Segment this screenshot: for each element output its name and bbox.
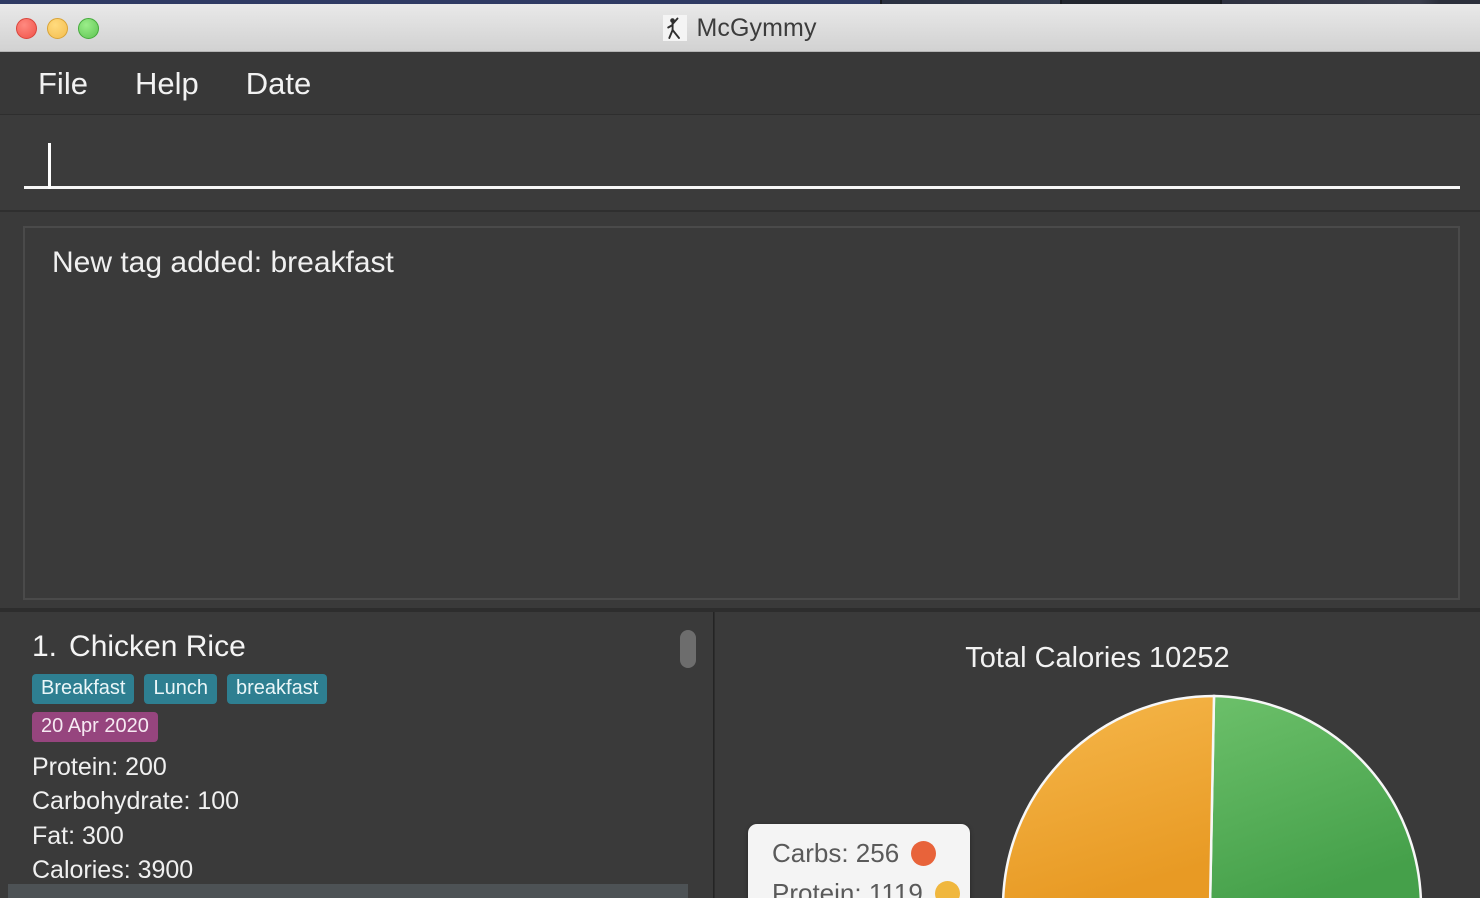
food-list-horizontal-scrollbar[interactable] <box>8 884 688 898</box>
food-list-panel: 1. Chicken Rice Breakfast Lunch breakfast… <box>0 612 714 898</box>
legend-item-protein: Protein: 1119 <box>748 876 970 898</box>
food-index: 1. <box>32 630 58 663</box>
food-tag: Breakfast <box>32 674 135 704</box>
legend-label-protein: Protein: 1119 <box>772 878 923 898</box>
food-tag: breakfast <box>226 674 328 704</box>
food-carbohydrate: Carbohydrate: 100 <box>32 787 240 816</box>
chart-legend: Carbs: 256 Protein: 1119 <box>748 824 970 898</box>
app-window: McGymmy File Help Date New tag added: br… <box>0 0 1480 898</box>
pie-slice-green <box>1208 694 1423 898</box>
food-calories: Calories: 3900 <box>32 855 194 882</box>
pie-slice-orange <box>1001 694 1216 898</box>
command-input[interactable] <box>24 137 1460 189</box>
legend-item-carbs: Carbs: 256 <box>748 836 970 876</box>
menu-file[interactable]: File <box>38 68 88 99</box>
result-message: New tag added: breakfast <box>52 246 394 279</box>
window-title: McGymmy <box>696 13 817 42</box>
command-input-area <box>0 114 1480 210</box>
legend-color-dot-carbs <box>911 841 937 866</box>
lower-split-pane: 1. Chicken Rice Breakfast Lunch breakfast… <box>0 608 1480 898</box>
menubar: File Help Date <box>0 52 1480 114</box>
food-fat: Fat: 300 <box>32 821 124 850</box>
date-tag-row: 20 Apr 2020 <box>32 712 678 742</box>
titlebar-center: McGymmy <box>0 4 1480 52</box>
food-protein: Protein: 200 <box>32 753 167 781</box>
legend-color-dot-protein <box>934 881 960 898</box>
result-display-area: New tag added: breakfast <box>0 210 1480 608</box>
food-date-tag: 20 Apr 2020 <box>32 712 158 742</box>
result-box: New tag added: breakfast <box>23 226 1460 600</box>
legend-label-carbs: Carbs: 256 <box>772 838 900 868</box>
list-item[interactable]: 1. Chicken Rice Breakfast Lunch breakfast… <box>8 612 688 882</box>
text-caret-icon <box>48 143 51 189</box>
menu-help[interactable]: Help <box>135 68 199 99</box>
calories-chart-panel: Total Calories 10252 Carbs: 256 Protein:… <box>715 612 1480 898</box>
food-list-scrollbar-thumb[interactable] <box>680 630 696 668</box>
food-list[interactable]: 1. Chicken Rice Breakfast Lunch breakfast… <box>8 612 688 882</box>
food-name: Chicken Rice <box>69 630 246 663</box>
food-title: 1. Chicken Rice <box>32 630 678 664</box>
tag-row: Breakfast Lunch breakfast <box>32 674 678 704</box>
window-titlebar: McGymmy <box>0 4 1480 52</box>
menu-date[interactable]: Date <box>246 68 311 99</box>
food-tag: Lunch <box>144 674 217 704</box>
stickfigure-icon <box>663 15 688 41</box>
